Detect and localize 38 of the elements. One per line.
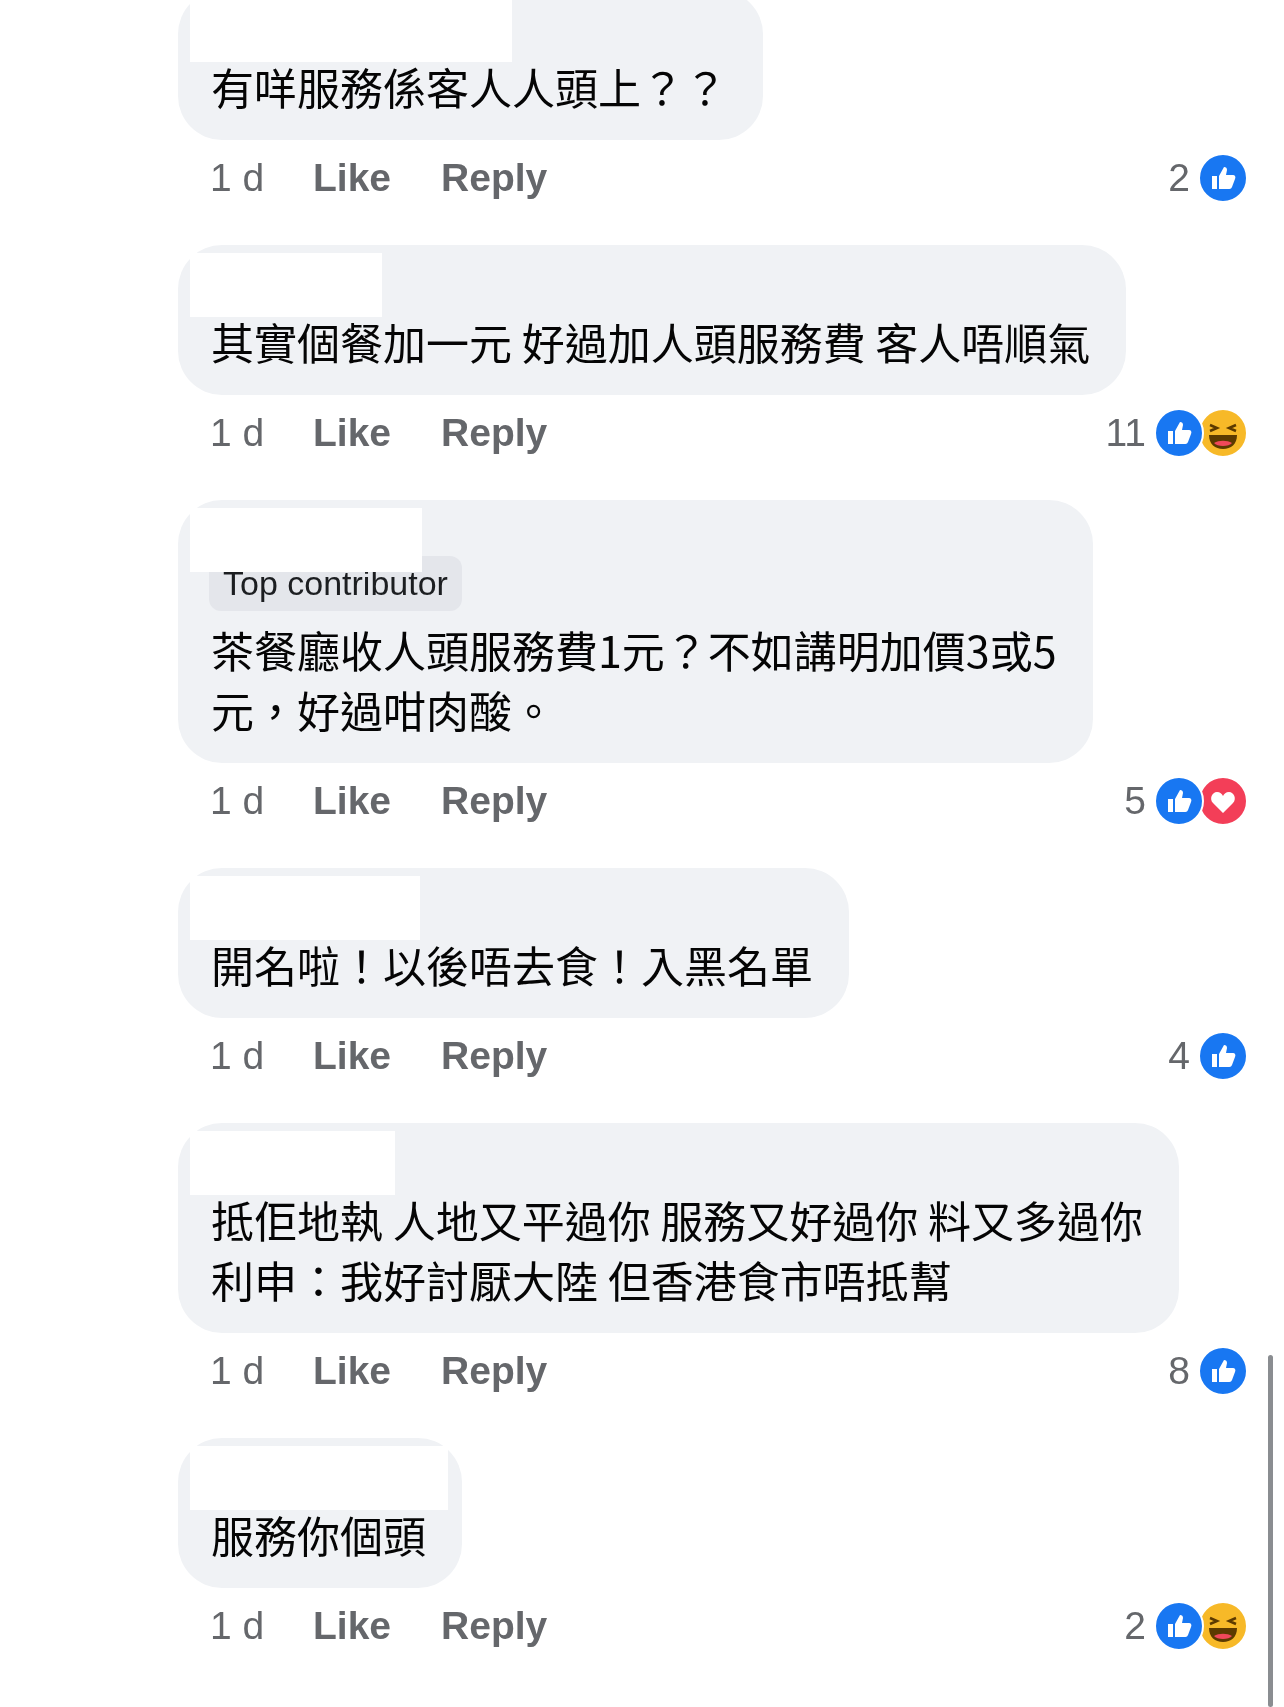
reaction-count: 11 — [1105, 411, 1146, 455]
comment-time: 1 d — [210, 1034, 266, 1078]
reaction-count: 2 — [1124, 1604, 1146, 1648]
comment-text-line: 其實個餐加一元 好過加人頭服務費 客人唔順氣 — [211, 311, 1091, 371]
comment-text-line: 服務你個頭 — [211, 1504, 426, 1564]
reaction-count: 5 — [1124, 779, 1146, 823]
comment-text-line: 有咩服務係客人人頭上？？ — [211, 56, 727, 116]
reply-link[interactable]: Reply — [441, 1034, 548, 1078]
reply-link[interactable]: Reply — [441, 156, 548, 200]
reply-link[interactable]: Reply — [441, 411, 548, 455]
reply-link[interactable]: Reply — [441, 1349, 548, 1393]
reaction-count: 2 — [1168, 156, 1190, 200]
comment-time: 1 d — [210, 1349, 266, 1393]
comment-text-line: 利申：我好討厭大陸 但香港食市唔抵幫 — [211, 1249, 953, 1309]
comment-text-line: 元，好過咁肉酸。 — [211, 679, 556, 739]
comment-time: 1 d — [210, 1604, 266, 1648]
like-link[interactable]: Like — [313, 779, 392, 823]
comment-text-line: 開名啦！以後唔去食！入黑名單 — [211, 934, 813, 994]
thumbs-up-icon — [1154, 1601, 1204, 1651]
thumbs-up-icon — [1198, 153, 1248, 203]
reaction-count: 4 — [1168, 1034, 1190, 1078]
like-link[interactable]: Like — [313, 1349, 392, 1393]
comment-text-line: 茶餐廳收人頭服務費1元？不如講明加價3或5 — [211, 619, 1057, 679]
thumbs-up-icon — [1198, 1346, 1248, 1396]
comment-time: 1 d — [210, 411, 266, 455]
comment-time: 1 d — [210, 156, 266, 200]
like-link[interactable]: Like — [313, 411, 392, 455]
like-link[interactable]: Like — [313, 1034, 392, 1078]
comment-time: 1 d — [210, 779, 266, 823]
comment-text-line: 抵佢地執 人地又平過你 服務又好過你 料又多過你 — [211, 1189, 1143, 1249]
reply-link[interactable]: Reply — [441, 779, 548, 823]
reply-link[interactable]: Reply — [441, 1604, 548, 1648]
like-link[interactable]: Like — [313, 156, 392, 200]
thumbs-up-icon — [1198, 1031, 1248, 1081]
like-link[interactable]: Like — [313, 1604, 392, 1648]
thumbs-up-icon — [1154, 408, 1204, 458]
reaction-count: 8 — [1168, 1349, 1190, 1393]
thumbs-up-icon — [1154, 776, 1204, 826]
